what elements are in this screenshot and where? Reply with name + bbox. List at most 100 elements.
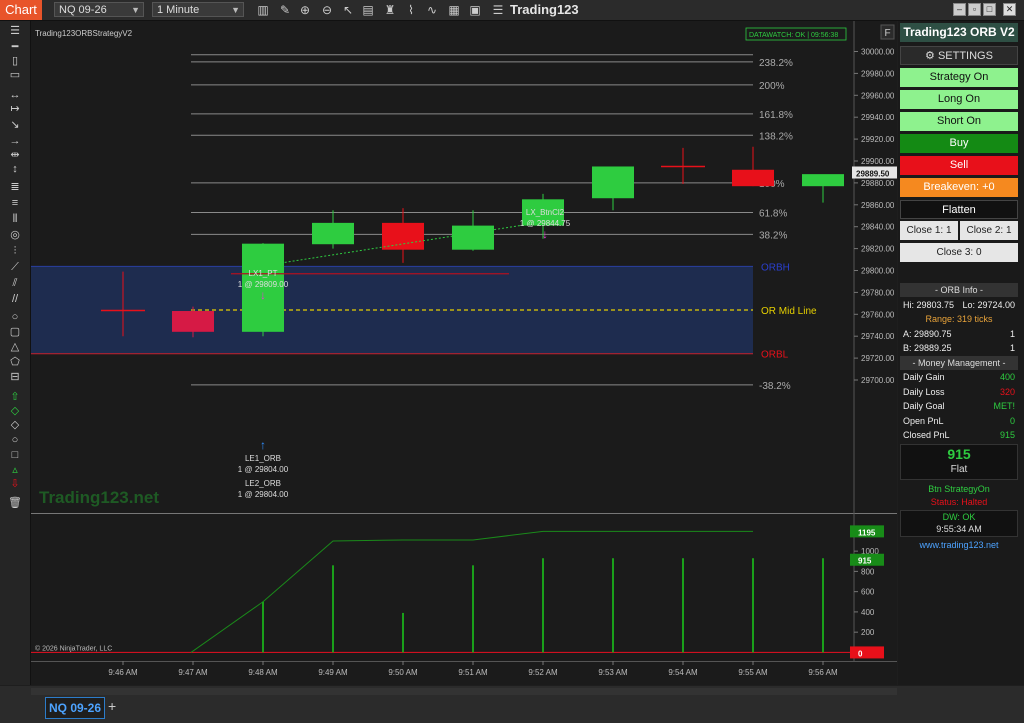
andrews-pitchfork-icon[interactable]: ⫶ [7,244,23,258]
website-link[interactable]: www.trading123.net [900,538,1018,552]
vertical-line-icon[interactable]: ▯ [7,54,23,68]
text-icon[interactable]: ⊟ [7,370,23,384]
ellipse-icon[interactable]: ○ [7,310,23,324]
data-box-icon[interactable]: ∿ [425,3,439,17]
triangle-icon[interactable]: △ [7,340,23,354]
price-tick-label: 29740.00 [861,332,895,341]
add-tab-button[interactable]: + [108,698,116,714]
dw-status: DW: OK [942,512,976,522]
hide-icon[interactable]: ▦ [447,3,461,17]
trend-channel-icon[interactable]: // [7,292,23,306]
chart-tab[interactable]: Chart [0,0,42,20]
pnl-tick-label: 200 [861,628,875,637]
arrow-line-icon[interactable]: → [7,134,23,148]
extended-line-icon[interactable]: ↦ [7,102,23,116]
gann-fan-icon[interactable]: ⟋ [7,260,23,274]
flatten-button[interactable]: Flatten [900,200,1018,219]
instrument-value: NQ 09-26 [59,4,107,16]
fib-retracement-icon[interactable]: ≣ [7,180,23,194]
strategy-icon[interactable]: ♜ [383,3,397,17]
sell-button[interactable]: Sell [900,156,1018,175]
ray-icon[interactable]: ↘ [7,118,23,132]
candle-body [172,311,214,332]
breakeven-button[interactable]: Breakeven: +0 [900,178,1018,197]
or-low-label: ORBL [761,350,789,361]
orb-hi: Hi: 29803.75 [903,300,955,310]
dot-icon[interactable]: ○ [7,433,23,447]
price-tick-label: 29980.00 [861,69,895,78]
square-icon[interactable]: □ [7,448,23,462]
fib-time-icon[interactable]: ⦀ [7,212,23,226]
copyright: © 2026 NinjaTrader, LLC [35,644,112,652]
price-tick-label: 29840.00 [861,223,895,232]
interval-selector[interactable]: 1 Minute ▼ [152,2,244,17]
candle-body [312,222,354,245]
diamond-icon[interactable]: ◇ [7,404,23,418]
open-pnl-row: Open PnL 0 [900,414,1018,428]
close3-button[interactable]: Close 3: 0 [900,243,1018,262]
zoom-out-icon[interactable]: ⊖ [320,3,334,17]
close2-button[interactable]: Close 2: 1 [960,221,1018,240]
zoom-in-icon[interactable]: ⊕ [298,3,312,17]
close-button[interactable]: ✕ [1003,3,1016,16]
snapshot-icon[interactable]: ▣ [468,3,482,17]
vertical-measure-icon[interactable]: ↕ [7,162,23,176]
arrow-down-icon[interactable]: ⇩ [7,477,23,491]
pencil-icon[interactable]: ✎ [278,3,292,17]
le2-title: LE2_ORB [245,479,281,488]
arrow-up-icon[interactable]: ⇧ [7,390,23,404]
watermark: Trading123.net [39,488,159,507]
fib-extension-icon[interactable]: ≡ [7,196,23,210]
fib-label: 161.8% [759,110,793,121]
polygon-icon[interactable]: ⬠ [7,355,23,369]
instrument-selector[interactable]: NQ 09-26 ▼ [54,2,144,17]
f-button-label: F [884,28,890,39]
triangle-up-icon[interactable]: ▵ [7,463,23,477]
indicator-label: Trading123ORBStrategyV2 [35,29,133,38]
fib-label: 138.2% [759,131,793,142]
chevron-down-icon: ▼ [131,5,140,15]
horizontal-scrollbar[interactable] [31,688,897,695]
orb-lo: Lo: 29724.00 [962,300,1015,310]
properties-icon[interactable]: ▤ [361,3,375,17]
price-tick-label: 30000.00 [861,48,895,57]
cursor-icon[interactable]: ↖ [341,3,355,17]
le1-title: LE1_ORB [245,454,281,463]
long-on-button[interactable]: Long On [900,90,1018,109]
price-tick-label: 29700.00 [861,376,895,385]
minimize-button[interactable]: – [953,3,966,16]
bar-chart-icon[interactable]: ▥ [256,3,270,17]
regression-channel-icon[interactable]: ⫽ [7,276,23,290]
strategy-on-button[interactable]: Strategy On [900,68,1018,87]
price-chart[interactable]: ORBH OR Mid Line ORBL 238.2% 200% 161.8% 138.2… [31,21,897,685]
pnl-top-text: 1195 [858,528,876,537]
menu-icon[interactable]: ☰ [7,24,23,38]
rectangle-icon[interactable]: ▢ [7,325,23,339]
exit-arrow-icon: ↓ [260,288,266,302]
fib-circle-icon[interactable]: ◎ [7,228,23,242]
strategy-panel: Trading123 ORB V2 ⚙ SETTINGS Strategy On… [898,21,1024,685]
buy-button[interactable]: Buy [900,134,1018,153]
instrument-tab[interactable]: NQ 09-26 [45,697,105,719]
restore-button[interactable]: ▫ [968,3,981,16]
rectangle-select-icon[interactable]: ▭ [7,68,23,82]
short-on-button[interactable]: Short On [900,112,1018,131]
trash-icon[interactable]: 🗑 [7,496,23,510]
indicator-icon[interactable]: ⌇ [404,3,418,17]
or-mid-label: OR Mid Line [761,306,817,317]
measure-icon[interactable]: ⇹ [7,148,23,162]
close1-button[interactable]: Close 1: 1 [900,221,958,240]
target-a-row: A: 29890.75 1 [900,327,1018,341]
time-tick-label: 9:51 AM [458,668,488,677]
fib-label: 61.8% [759,208,787,219]
diamond-outline-icon[interactable]: ◇ [7,418,23,432]
list-icon[interactable]: ☰ [491,3,505,17]
horizontal-line-icon[interactable]: ↔ [7,88,23,102]
settings-button[interactable]: ⚙ SETTINGS [900,46,1018,65]
orb-range: Range: 319 ticks [925,314,993,324]
maximize-button[interactable]: □ [983,3,996,16]
chart-area[interactable]: ORBH OR Mid Line ORBL 238.2% 200% 161.8% 138.2… [31,21,897,685]
time-tick-label: 9:50 AM [388,668,418,677]
closed-pnl-row: Closed PnL 915 [900,428,1018,442]
line-icon[interactable]: ━ [7,40,23,54]
